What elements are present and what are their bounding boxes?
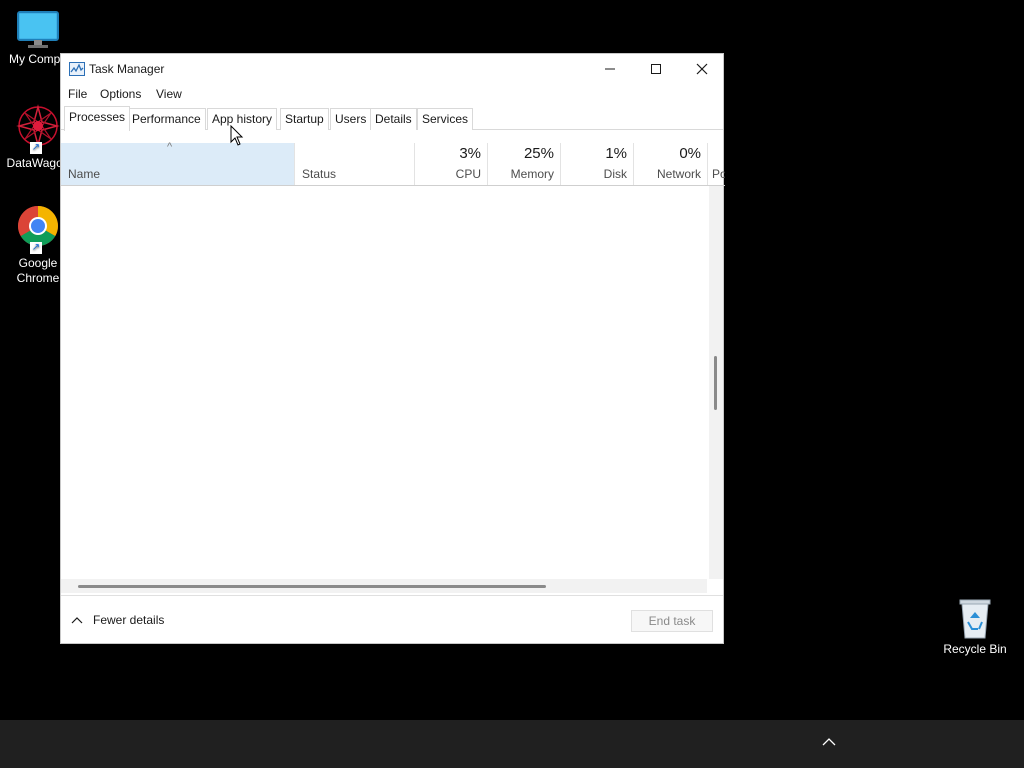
column-cpu[interactable]: 3% CPU [415,143,488,185]
chrome-icon: ↗ [16,204,60,254]
column-network[interactable]: 0% Network [634,143,708,185]
network-total-value: 0% [679,145,701,162]
memory-total-value: 25% [523,145,554,162]
column-header: ^ Name Status 3% CPU 25% Memory 1% Disk … [61,141,725,186]
horizontal-scrollbar[interactable] [61,579,707,593]
tab-performance[interactable]: Performance [127,108,206,130]
task-manager-window: Task Manager File Options View Processes… [60,53,725,644]
column-power-label: Po [712,167,725,181]
footer: Fewer details End task [61,595,723,644]
process-list[interactable] [61,186,707,579]
column-memory-label: Memory [510,167,554,181]
chevron-up-icon [822,738,836,746]
recycle-bin-icon [955,596,995,640]
menu-view[interactable]: View [156,87,182,101]
datawagon-icon: ↗ [16,104,60,154]
column-cpu-label: CPU [455,167,481,181]
shortcut-arrow-icon: ↗ [30,142,42,154]
vertical-scrollbar-thumb[interactable] [714,356,717,410]
tab-processes[interactable]: Processes [64,106,131,131]
column-memory[interactable]: 25% Memory [488,143,561,185]
title-bar[interactable]: Task Manager [61,54,723,84]
desktop-icon-label: Recycle Bin [943,642,1007,656]
shortcut-arrow-icon: ↗ [30,242,42,254]
taskbar [0,720,1024,768]
disk-total-value: 1% [605,145,627,162]
maximize-icon [651,64,661,74]
monitor-icon [16,10,60,50]
vertical-scrollbar[interactable] [709,186,723,579]
column-name[interactable]: ^ Name [61,141,295,185]
desktop-icon-recycle-bin[interactable]: Recycle Bin [937,596,1013,657]
horizontal-scrollbar-thumb[interactable] [78,585,546,588]
minimize-button[interactable] [587,54,633,84]
fewer-details-label: Fewer details [93,613,165,627]
tab-startup[interactable]: Startup [280,108,329,130]
task-manager-icon [69,62,85,79]
menu-options[interactable]: Options [100,87,141,101]
desktop-icon-label: My Compu [8,52,67,66]
window-title: Task Manager [89,62,165,76]
column-status[interactable]: Status [295,143,415,185]
minimize-icon [605,68,615,70]
tab-users[interactable]: Users [330,108,372,130]
column-power[interactable]: Po [708,143,725,185]
tab-details[interactable]: Details [370,108,417,130]
fewer-details-button[interactable]: Fewer details [71,613,164,627]
end-task-button[interactable]: End task [631,610,713,632]
maximize-button[interactable] [633,54,679,84]
menu-bar: File Options View [61,84,723,104]
close-button[interactable] [679,54,725,84]
column-disk[interactable]: 1% Disk [561,143,634,185]
tab-bar: Processes Performance App history Startu… [61,106,723,131]
chevron-up-icon [71,617,83,624]
column-network-label: Network [656,167,701,181]
show-hidden-icons-button[interactable] [822,734,836,750]
tab-services[interactable]: Services [417,108,474,130]
mouse-cursor-icon [230,125,244,146]
cpu-total-value: 3% [459,145,481,162]
menu-file[interactable]: File [68,87,87,101]
sort-ascending-icon: ^ [167,141,173,153]
column-status-label: Status [302,167,337,181]
close-icon [696,63,708,75]
column-disk-label: Disk [603,167,627,181]
column-name-label: Name [68,167,101,181]
